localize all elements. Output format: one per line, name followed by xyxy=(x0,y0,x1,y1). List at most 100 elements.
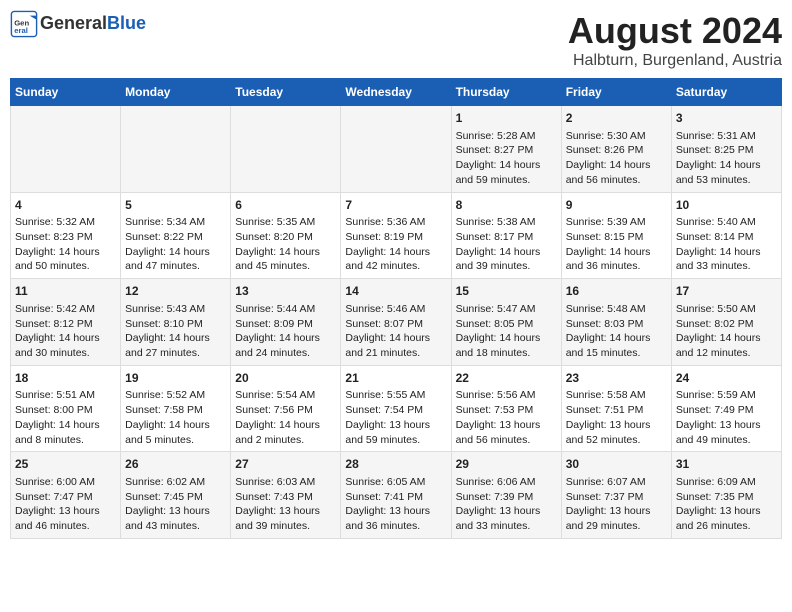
cell-content: and 39 minutes. xyxy=(235,519,336,534)
day-number: 21 xyxy=(345,370,446,387)
column-header-wednesday: Wednesday xyxy=(341,79,451,106)
day-number: 17 xyxy=(676,283,777,300)
cell-content: Sunset: 7:58 PM xyxy=(125,403,226,418)
calendar-cell: 24Sunrise: 5:59 AMSunset: 7:49 PMDayligh… xyxy=(671,365,781,452)
cell-content: and 2 minutes. xyxy=(235,433,336,448)
cell-content: and 29 minutes. xyxy=(566,519,667,534)
cell-content: Daylight: 13 hours xyxy=(566,504,667,519)
cell-content: Daylight: 14 hours xyxy=(235,331,336,346)
calendar-cell: 19Sunrise: 5:52 AMSunset: 7:58 PMDayligh… xyxy=(121,365,231,452)
cell-content: and 36 minutes. xyxy=(566,259,667,274)
column-header-sunday: Sunday xyxy=(11,79,121,106)
cell-content: and 39 minutes. xyxy=(456,259,557,274)
cell-content: Sunrise: 5:43 AM xyxy=(125,302,226,317)
day-number: 25 xyxy=(15,456,116,473)
cell-content: Sunset: 7:53 PM xyxy=(456,403,557,418)
cell-content: and 47 minutes. xyxy=(125,259,226,274)
calendar-cell: 22Sunrise: 5:56 AMSunset: 7:53 PMDayligh… xyxy=(451,365,561,452)
cell-content: Sunset: 7:39 PM xyxy=(456,490,557,505)
cell-content: Sunrise: 6:09 AM xyxy=(676,475,777,490)
cell-content: Daylight: 14 hours xyxy=(676,331,777,346)
cell-content: and 52 minutes. xyxy=(566,433,667,448)
cell-content: Sunrise: 5:39 AM xyxy=(566,215,667,230)
cell-content: Daylight: 14 hours xyxy=(15,245,116,260)
cell-content: Daylight: 14 hours xyxy=(566,158,667,173)
calendar-cell: 6Sunrise: 5:35 AMSunset: 8:20 PMDaylight… xyxy=(231,192,341,279)
day-number: 1 xyxy=(456,110,557,127)
cell-content: Sunrise: 5:36 AM xyxy=(345,215,446,230)
cell-content: and 26 minutes. xyxy=(676,519,777,534)
cell-content: Sunrise: 6:07 AM xyxy=(566,475,667,490)
calendar-table: SundayMondayTuesdayWednesdayThursdayFrid… xyxy=(10,78,782,539)
cell-content: Daylight: 14 hours xyxy=(235,418,336,433)
day-number: 12 xyxy=(125,283,226,300)
day-number: 29 xyxy=(456,456,557,473)
calendar-cell: 14Sunrise: 5:46 AMSunset: 8:07 PMDayligh… xyxy=(341,279,451,366)
cell-content: and 18 minutes. xyxy=(456,346,557,361)
cell-content: and 45 minutes. xyxy=(235,259,336,274)
calendar-cell xyxy=(231,106,341,193)
cell-content: Sunrise: 5:52 AM xyxy=(125,388,226,403)
calendar-week-3: 11Sunrise: 5:42 AMSunset: 8:12 PMDayligh… xyxy=(11,279,782,366)
day-number: 15 xyxy=(456,283,557,300)
logo-text-blue: Blue xyxy=(107,13,146,33)
day-number: 3 xyxy=(676,110,777,127)
cell-content: Sunrise: 5:54 AM xyxy=(235,388,336,403)
cell-content: and 24 minutes. xyxy=(235,346,336,361)
cell-content: and 33 minutes. xyxy=(456,519,557,534)
calendar-cell: 10Sunrise: 5:40 AMSunset: 8:14 PMDayligh… xyxy=(671,192,781,279)
cell-content: Sunrise: 5:35 AM xyxy=(235,215,336,230)
cell-content: and 46 minutes. xyxy=(15,519,116,534)
cell-content: and 50 minutes. xyxy=(15,259,116,274)
cell-content: Daylight: 13 hours xyxy=(235,504,336,519)
cell-content: Sunset: 8:07 PM xyxy=(345,317,446,332)
cell-content: Daylight: 14 hours xyxy=(456,245,557,260)
day-number: 24 xyxy=(676,370,777,387)
calendar-week-1: 1 Sunrise: 5:28 AMSunset: 8:27 PM Daylight… xyxy=(11,106,782,193)
logo: Gen eral GeneralBlue xyxy=(10,10,146,38)
calendar-week-4: 18Sunrise: 5:51 AMSunset: 8:00 PMDayligh… xyxy=(11,365,782,452)
cell-content: Daylight: 13 hours xyxy=(456,418,557,433)
cell-content: and 59 minutes. xyxy=(345,433,446,448)
calendar-cell: 9Sunrise: 5:39 AMSunset: 8:15 PMDaylight… xyxy=(561,192,671,279)
calendar-cell: 12Sunrise: 5:43 AMSunset: 8:10 PMDayligh… xyxy=(121,279,231,366)
cell-content: Daylight: 14 hours xyxy=(566,331,667,346)
cell-content: Daylight: 14 hours xyxy=(456,331,557,346)
calendar-cell: 17Sunrise: 5:50 AMSunset: 8:02 PMDayligh… xyxy=(671,279,781,366)
calendar-cell: 21Sunrise: 5:55 AMSunset: 7:54 PMDayligh… xyxy=(341,365,451,452)
cell-content: Sunrise: 5:51 AM xyxy=(15,388,116,403)
cell-content: Sunset: 8:20 PM xyxy=(235,230,336,245)
cell-content: Sunrise: 5:28 AM xyxy=(456,129,557,144)
calendar-cell: 4Sunrise: 5:32 AMSunset: 8:23 PMDaylight… xyxy=(11,192,121,279)
cell-content: Sunset: 8:23 PM xyxy=(15,230,116,245)
cell-content: Sunrise: 5:40 AM xyxy=(676,215,777,230)
cell-content: Daylight: 13 hours xyxy=(566,418,667,433)
cell-content: and 49 minutes. xyxy=(676,433,777,448)
calendar-cell: 25Sunrise: 6:00 AMSunset: 7:47 PMDayligh… xyxy=(11,452,121,539)
cell-content: Sunrise: 5:44 AM xyxy=(235,302,336,317)
cell-content: and 36 minutes. xyxy=(345,519,446,534)
cell-content: Sunrise: 5:38 AM xyxy=(456,215,557,230)
cell-content: Sunset: 8:22 PM xyxy=(125,230,226,245)
cell-content: Sunset: 7:54 PM xyxy=(345,403,446,418)
calendar-week-2: 4Sunrise: 5:32 AMSunset: 8:23 PMDaylight… xyxy=(11,192,782,279)
cell-content: and 15 minutes. xyxy=(566,346,667,361)
cell-content: Sunrise: 5:48 AM xyxy=(566,302,667,317)
calendar-cell: 7Sunrise: 5:36 AMSunset: 8:19 PMDaylight… xyxy=(341,192,451,279)
cell-content: and 8 minutes. xyxy=(15,433,116,448)
cell-content: and 5 minutes. xyxy=(125,433,226,448)
cell-content: Sunset: 8:00 PM xyxy=(15,403,116,418)
cell-content: Sunrise: 5:58 AM xyxy=(566,388,667,403)
title-area: August 2024 Halbturn, Burgenland, Austri… xyxy=(568,10,782,70)
column-header-tuesday: Tuesday xyxy=(231,79,341,106)
day-number: 14 xyxy=(345,283,446,300)
calendar-cell: 23Sunrise: 5:58 AMSunset: 7:51 PMDayligh… xyxy=(561,365,671,452)
cell-content: Daylight: 13 hours xyxy=(456,504,557,519)
cell-content: Daylight: 14 hours xyxy=(125,418,226,433)
cell-content: and 59 minutes. xyxy=(456,173,557,188)
cell-content: Sunrise: 5:34 AM xyxy=(125,215,226,230)
cell-content: Daylight: 14 hours xyxy=(125,331,226,346)
svg-text:eral: eral xyxy=(14,26,28,35)
day-number: 19 xyxy=(125,370,226,387)
cell-content: Sunset: 8:27 PM xyxy=(456,143,557,158)
